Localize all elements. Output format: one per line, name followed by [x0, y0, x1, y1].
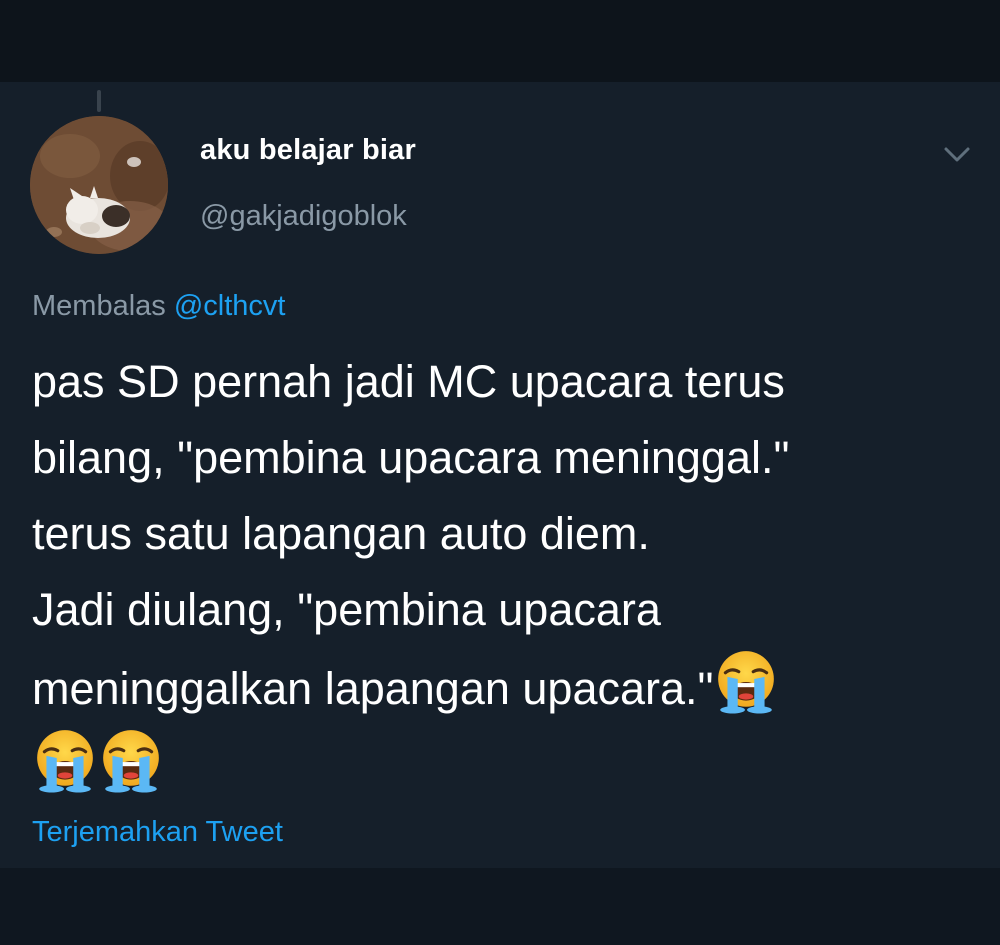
tweet-menu-button[interactable]: [940, 140, 974, 168]
loudly-crying-face-icon: [718, 651, 775, 714]
reply-mention-link[interactable]: @clthcvt: [174, 290, 286, 322]
tweet-text-line: Jadi diulang, "pembina upacara: [32, 584, 661, 635]
tweet-text-line: bilang, "pembina upacara meninggal.": [32, 432, 790, 483]
top-dark-band: [0, 0, 1000, 82]
chevron-down-icon: [944, 147, 970, 162]
user-handle[interactable]: @gakjadigoblok: [200, 200, 407, 233]
reply-prefix: Membalas: [32, 290, 166, 322]
avatar[interactable]: [30, 116, 168, 254]
bottom-dark-band: [0, 868, 1000, 945]
display-name[interactable]: aku belajar biar: [200, 134, 416, 167]
tweet-text-line: terus satu lapangan auto diem.: [32, 508, 650, 559]
tweet-text: pas SD pernah jadi MC upacara terus bila…: [32, 344, 972, 806]
thread-connector-line: [97, 90, 101, 112]
loudly-crying-face-icon: [103, 730, 159, 793]
tweet-text-line-with-emoji: meninggalkan lapangan upacara.": [32, 648, 972, 727]
translate-tweet-link[interactable]: Terjemahkan Tweet: [32, 816, 283, 849]
tweet-text-line: pas SD pernah jadi MC upacara terus: [32, 356, 785, 407]
tweet-card: aku belajar biar @gakjadigoblok Membalas…: [0, 82, 1000, 868]
emoji-line: [32, 727, 972, 806]
cat-avatar-icon: [30, 116, 168, 254]
tweet-text-line: meninggalkan lapangan upacara.": [32, 663, 714, 714]
reply-context: Membalas @clthcvt: [32, 290, 285, 323]
loudly-crying-face-icon: [37, 730, 93, 793]
